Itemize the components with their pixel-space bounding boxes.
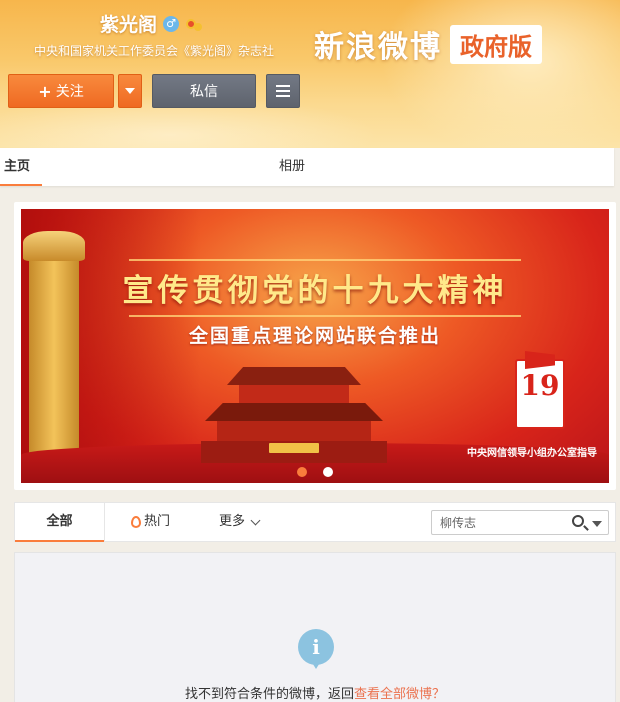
banner-carousel[interactable]: 宣传贯彻党的十九大精神 全国重点理论网站联合推出 19 中央网信领导小组办公室指… — [21, 209, 609, 483]
tab-hot-label: 热门 — [144, 514, 171, 529]
verified-badge-icon[interactable] — [185, 16, 203, 32]
male-icon: ♂ — [163, 15, 180, 32]
profile-name[interactable]: 紫光阁 — [100, 10, 157, 37]
empty-message: 找不到符合条件的微博，返回查看全部微博？ — [15, 683, 615, 702]
feed-filter-bar: 全部 热门 更多 — [14, 502, 616, 542]
tab-all-label: 全部 — [46, 514, 73, 529]
search-box — [431, 510, 609, 535]
empty-message-text: 找不到符合条件的微博，返回 — [184, 687, 354, 702]
follow-button[interactable]: + 关注 — [8, 74, 114, 108]
tab-more[interactable]: 更多 — [219, 503, 261, 541]
logo-tag: 政府版 — [450, 24, 542, 64]
profile-subtitle: 中央和国家机关工作委员会《紫光阁》杂志社 — [34, 44, 275, 58]
hamburger-icon-bar — [276, 90, 290, 92]
banner-card: 宣传贯彻党的十九大精神 全国重点理论网站联合推出 19 中央网信领导小组办公室指… — [14, 202, 616, 490]
follow-dropdown-button[interactable] — [118, 74, 142, 108]
weibo-gov-logo: 新浪微博 政府版 — [314, 22, 542, 66]
carousel-dot-2[interactable] — [323, 467, 333, 477]
huabiao-cap-image — [23, 231, 85, 261]
search-input[interactable] — [440, 514, 560, 532]
hamburger-icon-bar — [276, 95, 290, 97]
banner-credit: 中央网信领导小组办公室指导 — [467, 448, 597, 459]
empty-feed: i 找不到符合条件的微博，返回查看全部微博？ — [14, 552, 616, 702]
banner-title: 宣传贯彻党的十九大精神 — [122, 273, 508, 309]
caret-down-icon[interactable] — [592, 521, 602, 527]
info-icon: i — [298, 629, 334, 669]
tab-all[interactable]: 全部 — [15, 503, 105, 542]
carousel-dots — [21, 467, 609, 477]
tab-album[interactable]: 相册 — [279, 148, 305, 186]
title-rule-top — [129, 259, 521, 261]
flame-icon — [131, 516, 141, 528]
chevron-down-icon — [250, 515, 261, 525]
profile-name-row: 紫光阁 ♂ — [100, 10, 203, 37]
emblem-number: 19 — [520, 369, 560, 402]
carousel-dot-1[interactable] — [297, 467, 307, 477]
profile-nav: 主页 相册 — [0, 148, 614, 186]
follow-label: 关注 — [55, 84, 84, 100]
hamburger-icon — [276, 85, 290, 87]
logo-text: 新浪微博 — [314, 30, 442, 65]
tab-hot[interactable]: 热门 — [131, 503, 170, 541]
caret-down-icon — [125, 88, 135, 94]
search-icon[interactable] — [572, 515, 584, 527]
message-button[interactable]: 私信 — [152, 74, 256, 108]
title-rule-bottom — [129, 315, 521, 317]
congress-emblem-image: 19 — [515, 351, 565, 429]
banner-subtitle: 全国重点理论网站联合推出 — [188, 325, 441, 347]
message-label: 私信 — [190, 84, 218, 100]
tiananmen-image — [197, 359, 391, 463]
view-all-link[interactable]: 查看全部微博？ — [354, 687, 445, 702]
more-menu-button[interactable] — [266, 74, 300, 108]
plus-icon: + — [38, 81, 52, 101]
tab-home[interactable]: 主页 — [0, 148, 43, 186]
profile-header: 紫光阁 ♂ 中央和国家机关工作委员会《紫光阁》杂志社 新浪微博 政府版 + 关注… — [0, 0, 620, 148]
tab-more-label: 更多 — [219, 514, 246, 529]
